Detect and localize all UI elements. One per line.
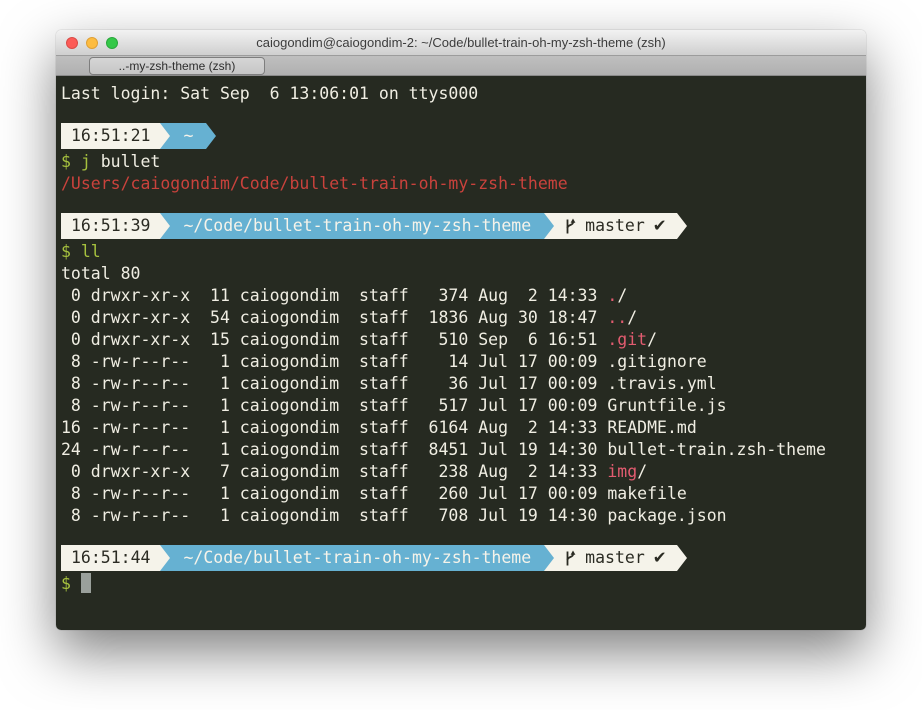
terminal-screen[interactable]: Last login: Sat Sep 6 13:06:01 on ttys00… — [56, 76, 866, 630]
prompt-line-1: 16:51:21 ~ — [61, 123, 861, 149]
prompt-time-segment: 16:51:21 — [61, 123, 160, 149]
ls-row-name: README.md — [607, 418, 696, 437]
ls-row: 0 drwxr-xr-x 54 caiogondim staff 1836 Au… — [61, 307, 861, 329]
tab-label: ..-my-zsh-theme (zsh) — [119, 59, 236, 73]
ls-row-name: . — [607, 286, 617, 305]
prompt-symbol: $ — [61, 242, 71, 261]
powerline-arrow-icon — [544, 213, 554, 239]
ls-row-name: .travis.yml — [607, 374, 716, 393]
powerline-arrow-icon — [544, 545, 554, 571]
git-branch-icon — [564, 218, 577, 235]
ls-row-meta: 0 drwxr-xr-x 7 caiogondim staff 238 Aug … — [61, 462, 607, 481]
ls-row-name: makefile — [607, 484, 686, 503]
ls-row-meta: 0 drwxr-xr-x 11 caiogondim staff 374 Aug… — [61, 286, 607, 305]
prompt-time-segment: 16:51:44 — [61, 545, 160, 571]
prompt-symbol: $ — [61, 152, 71, 171]
ls-row: 24 -rw-r--r-- 1 caiogondim staff 8451 Ju… — [61, 439, 861, 461]
prompt-line-3: 16:51:44 ~/Code/bullet-train-oh-my-zsh-t… — [61, 545, 861, 571]
ls-row-name: package.json — [607, 506, 726, 525]
ls-row-name: bullet-train.zsh-theme — [607, 440, 826, 459]
git-clean-check-icon: ✔ — [653, 215, 667, 237]
terminal-window: caiogondim@caiogondim-2: ~/Code/bullet-t… — [56, 30, 866, 630]
ls-row-name: .gitignore — [607, 352, 706, 371]
prompt-time-segment: 16:51:39 — [61, 213, 160, 239]
prompt-path-segment: ~ — [170, 123, 206, 149]
command-output-line: /Users/caiogondim/Code/bullet-train-oh-m… — [61, 173, 861, 195]
git-branch-icon — [564, 550, 577, 567]
titlebar[interactable]: caiogondim@caiogondim-2: ~/Code/bullet-t… — [56, 30, 866, 56]
ls-listing: 0 drwxr-xr-x 11 caiogondim staff 374 Aug… — [61, 285, 861, 527]
zoom-button[interactable] — [106, 37, 118, 49]
ls-row-meta: 16 -rw-r--r-- 1 caiogondim staff 6164 Au… — [61, 418, 607, 437]
command-text: j — [81, 152, 91, 171]
ls-row-name: Gruntfile.js — [607, 396, 726, 415]
ls-row: 16 -rw-r--r-- 1 caiogondim staff 6164 Au… — [61, 417, 861, 439]
ls-row-name: .. — [607, 308, 627, 327]
git-clean-check-icon: ✔ — [653, 547, 667, 569]
window-title: caiogondim@caiogondim-2: ~/Code/bullet-t… — [256, 35, 666, 50]
powerline-arrow-icon — [206, 123, 216, 149]
ls-row-meta: 8 -rw-r--r-- 1 caiogondim staff 708 Jul … — [61, 506, 607, 525]
tab-bar: ..-my-zsh-theme (zsh) — [56, 56, 866, 76]
ls-total-line: total 80 — [61, 263, 861, 285]
powerline-arrow-icon — [677, 545, 687, 571]
last-login-line: Last login: Sat Sep 6 13:06:01 on ttys00… — [61, 83, 861, 105]
ls-row-meta: 8 -rw-r--r-- 1 caiogondim staff 36 Jul 1… — [61, 374, 607, 393]
prompt-git-segment: master ✔ — [554, 213, 676, 239]
ls-row: 8 -rw-r--r-- 1 caiogondim staff 260 Jul … — [61, 483, 861, 505]
command-line-2: $ ll — [61, 241, 861, 263]
command-line-1: $ j bullet — [61, 151, 861, 173]
powerline-arrow-icon — [160, 123, 170, 149]
ls-row-name: .git — [607, 330, 647, 349]
input-line: $ — [61, 573, 861, 595]
ls-row: 8 -rw-r--r-- 1 caiogondim staff 14 Jul 1… — [61, 351, 861, 373]
powerline-arrow-icon — [160, 545, 170, 571]
ls-row-meta: 8 -rw-r--r-- 1 caiogondim staff 260 Jul … — [61, 484, 607, 503]
prompt-line-2: 16:51:39 ~/Code/bullet-train-oh-my-zsh-t… — [61, 213, 861, 239]
tab-zsh[interactable]: ..-my-zsh-theme (zsh) — [89, 57, 265, 75]
ls-row: 8 -rw-r--r-- 1 caiogondim staff 708 Jul … — [61, 505, 861, 527]
ls-row: 0 drwxr-xr-x 11 caiogondim staff 374 Aug… — [61, 285, 861, 307]
ls-row-dir-slash: / — [617, 286, 627, 305]
ls-row-dir-slash: / — [627, 308, 637, 327]
ls-row: 8 -rw-r--r-- 1 caiogondim staff 36 Jul 1… — [61, 373, 861, 395]
prompt-path-segment: ~/Code/bullet-train-oh-my-zsh-theme — [170, 213, 544, 239]
ls-row: 0 drwxr-xr-x 15 caiogondim staff 510 Sep… — [61, 329, 861, 351]
prompt-symbol: $ — [61, 574, 71, 593]
traffic-lights — [66, 30, 118, 55]
ls-row-dir-slash: / — [637, 462, 647, 481]
ls-row-meta: 0 drwxr-xr-x 54 caiogondim staff 1836 Au… — [61, 308, 607, 327]
ls-row: 8 -rw-r--r-- 1 caiogondim staff 517 Jul … — [61, 395, 861, 417]
ls-row-meta: 0 drwxr-xr-x 15 caiogondim staff 510 Sep… — [61, 330, 607, 349]
ls-row-meta: 8 -rw-r--r-- 1 caiogondim staff 517 Jul … — [61, 396, 607, 415]
prompt-git-segment: master ✔ — [554, 545, 676, 571]
ls-row-dir-slash: / — [647, 330, 657, 349]
terminal-cursor — [81, 573, 91, 593]
git-branch-name: master — [585, 547, 645, 569]
powerline-arrow-icon — [160, 213, 170, 239]
command-args: bullet — [91, 152, 161, 171]
ls-row-meta: 8 -rw-r--r-- 1 caiogondim staff 14 Jul 1… — [61, 352, 607, 371]
command-text: ll — [81, 242, 101, 261]
prompt-path-segment: ~/Code/bullet-train-oh-my-zsh-theme — [170, 545, 544, 571]
ls-row-meta: 24 -rw-r--r-- 1 caiogondim staff 8451 Ju… — [61, 440, 607, 459]
ls-row-name: img — [607, 462, 637, 481]
close-button[interactable] — [66, 37, 78, 49]
minimize-button[interactable] — [86, 37, 98, 49]
ls-row: 0 drwxr-xr-x 7 caiogondim staff 238 Aug … — [61, 461, 861, 483]
powerline-arrow-icon — [677, 213, 687, 239]
git-branch-name: master — [585, 215, 645, 237]
